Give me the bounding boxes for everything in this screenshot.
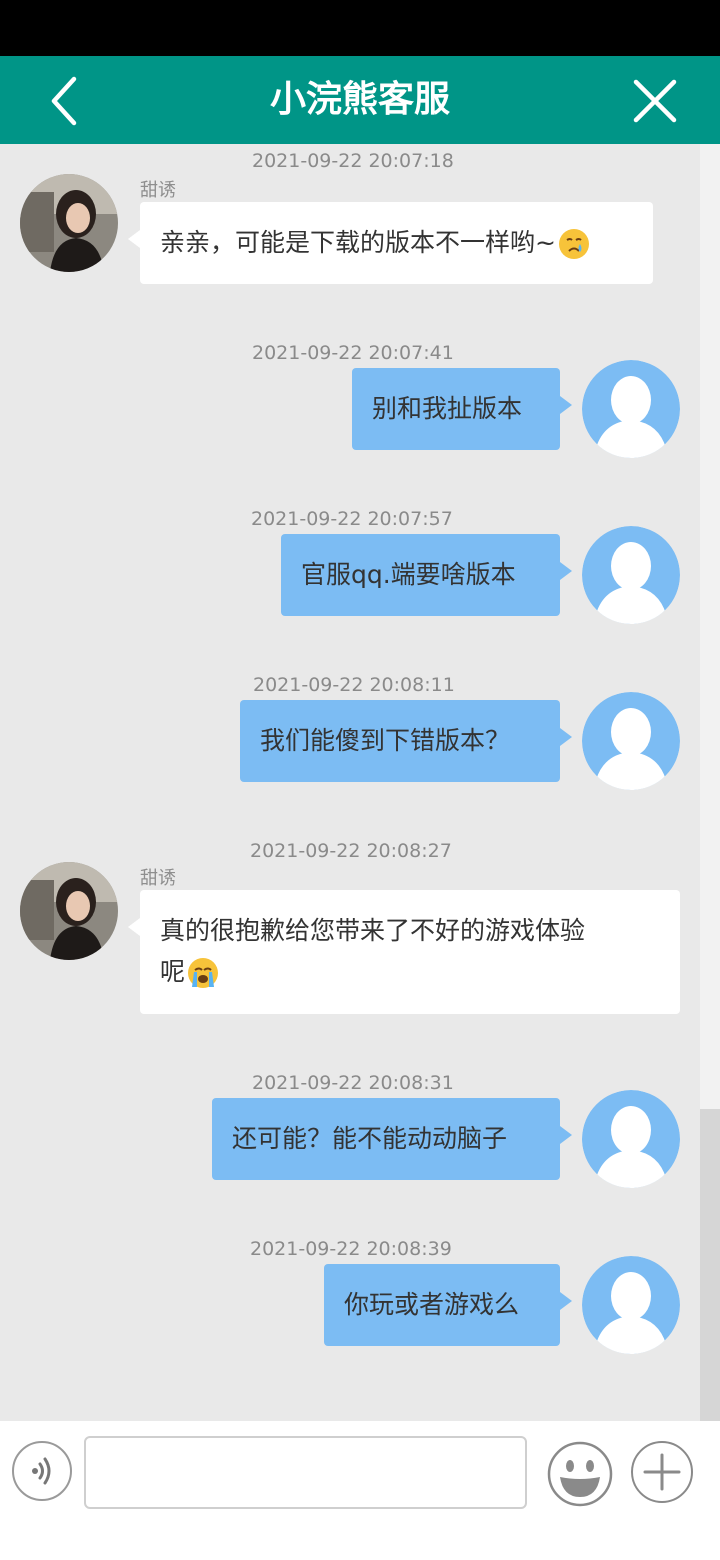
- incoming-message-bubble[interactable]: 亲亲，可能是下载的版本不一样哟~: [128, 202, 653, 284]
- input-bar: [0, 1421, 720, 1560]
- outgoing-message-bubble[interactable]: 别和我扯版本: [352, 368, 572, 450]
- message-text: 别和我扯版本: [372, 394, 523, 423]
- sender-name: 甜诱: [140, 868, 176, 889]
- close-icon: [633, 79, 677, 123]
- message-timestamp: 2021-09-22 20:08:39: [250, 1238, 452, 1260]
- message-text: 还可能？能不能动动脑子: [232, 1124, 508, 1153]
- message-text: 真的很抱歉给您带来了不好的游戏体验: [160, 916, 586, 945]
- message-timestamp: 2021-09-22 20:07:57: [251, 508, 453, 530]
- outgoing-message-bubble[interactable]: 还可能？能不能动动脑子: [212, 1098, 572, 1180]
- user-avatar[interactable]: [582, 1090, 680, 1188]
- message-timestamp: 2021-09-22 20:08:27: [250, 840, 452, 862]
- message-text: 我们能傻到下错版本？: [260, 726, 511, 755]
- message-timestamp: 2021-09-22 20:08:11: [253, 674, 455, 696]
- message-text: 官服qq.端要啥版本: [301, 560, 516, 589]
- voice-button[interactable]: [12, 1441, 72, 1501]
- plus-icon: [643, 1453, 681, 1491]
- user-avatar[interactable]: [582, 360, 680, 458]
- chat-area[interactable]: 2021-09-22 20:07:18 甜诱 亲亲，可能是下载的版本不一样哟~ …: [0, 144, 720, 1421]
- user-avatar[interactable]: [582, 692, 680, 790]
- agent-avatar[interactable]: [20, 862, 118, 960]
- message-text-line2: 呢: [160, 957, 186, 986]
- message-timestamp: 2021-09-22 20:07:18: [252, 150, 454, 172]
- user-avatar[interactable]: [582, 526, 680, 624]
- voice-icon: [32, 1457, 51, 1485]
- incoming-message-bubble[interactable]: 真的很抱歉给您带来了不好的游戏体验 呢: [128, 890, 680, 1014]
- outgoing-message-bubble[interactable]: 我们能傻到下错版本？: [240, 700, 572, 782]
- status-bar: [0, 0, 720, 56]
- user-avatar[interactable]: [582, 1256, 680, 1354]
- sender-name: 甜诱: [140, 180, 176, 201]
- smiley-icon: [547, 1441, 613, 1507]
- outgoing-message-bubble[interactable]: 官服qq.端要啥版本: [281, 534, 572, 616]
- close-button[interactable]: [630, 76, 680, 126]
- outgoing-message-bubble[interactable]: 你玩或者游戏么: [324, 1264, 572, 1346]
- scrollbar-thumb[interactable]: [700, 1109, 720, 1421]
- agent-avatar[interactable]: [20, 174, 118, 272]
- message-timestamp: 2021-09-22 20:08:31: [252, 1072, 454, 1094]
- header-bar: 小浣熊客服: [0, 56, 720, 144]
- message-timestamp: 2021-09-22 20:07:41: [252, 342, 454, 364]
- crying-face-icon: [558, 229, 589, 259]
- emoji-button[interactable]: [547, 1441, 613, 1507]
- message-text: 亲亲，可能是下载的版本不一样哟~: [160, 228, 556, 257]
- page-title: 小浣熊客服: [269, 79, 450, 120]
- loudly-crying-face-icon: [188, 958, 219, 988]
- message-input[interactable]: [84, 1436, 527, 1509]
- message-text: 你玩或者游戏么: [344, 1290, 520, 1319]
- more-button[interactable]: [631, 1441, 693, 1503]
